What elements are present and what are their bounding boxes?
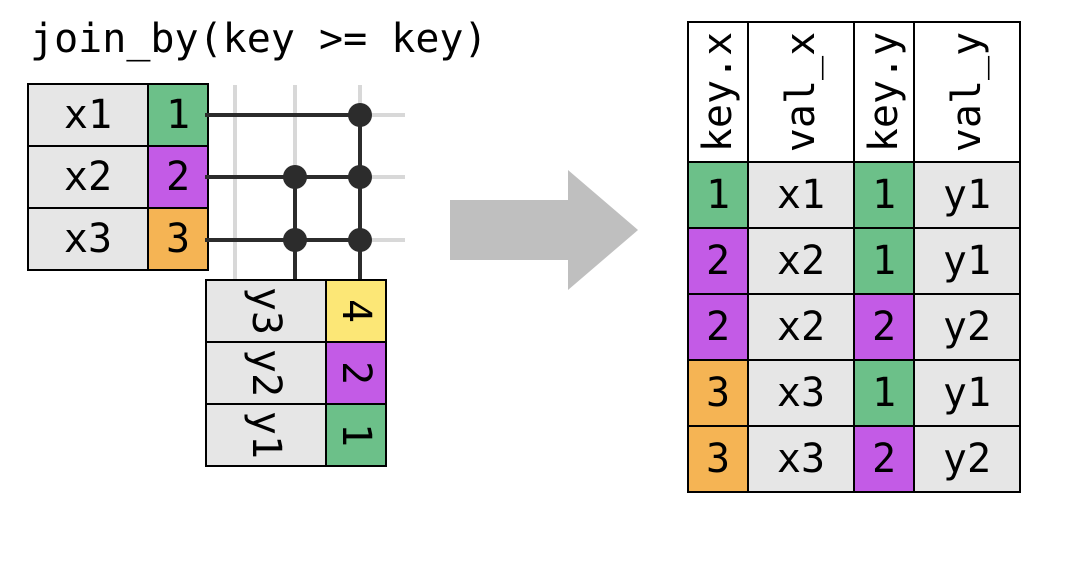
table-row: 2 <box>853 425 915 493</box>
result-table: key.x val_x key.y val_y 1 x1 1 y1 2 x2 1… <box>688 22 1020 492</box>
table-row: x1 <box>747 161 855 229</box>
x-key-1: 2 <box>147 145 209 209</box>
y-key-0: 4 <box>325 279 387 343</box>
table-row: 2 <box>853 293 915 361</box>
table-row: 3 <box>687 359 749 427</box>
table-row: y2 <box>913 425 1021 493</box>
y-val-0: y3 <box>205 279 327 343</box>
title: join_by(key >= key) <box>30 16 488 62</box>
table-row: y1 <box>913 359 1021 427</box>
table-row: 3 <box>687 425 749 493</box>
table-row: 1 <box>853 359 915 427</box>
table-row: 1 <box>687 161 749 229</box>
diagram: join_by(key >= key) x1 1 x2 2 x3 3 <box>0 0 1083 587</box>
y-key-2: 1 <box>325 403 387 467</box>
arrow-icon <box>450 170 650 290</box>
x-val-2: x3 <box>27 207 149 271</box>
input-table-x: x1 1 x2 2 x3 3 <box>28 84 208 270</box>
x-key-2: 3 <box>147 207 209 271</box>
table-row: 2 <box>687 227 749 295</box>
table-row: 1 <box>853 227 915 295</box>
y-key-1: 2 <box>325 341 387 405</box>
result-header-valx: val_x <box>747 21 855 163</box>
y-val-1: y2 <box>205 341 327 405</box>
input-table-y: 4 2 1 y3 y2 y1 <box>200 280 380 466</box>
result-header-keyx: key.x <box>687 21 749 163</box>
table-row: x3 <box>747 359 855 427</box>
match-indicator <box>205 85 405 285</box>
table-row: 1 <box>853 161 915 229</box>
table-row: x3 <box>747 425 855 493</box>
y-val-2: y1 <box>205 403 327 467</box>
x-val-0: x1 <box>27 83 149 147</box>
table-row: y1 <box>913 227 1021 295</box>
result-header-keyy: key.y <box>853 21 915 163</box>
x-key-0: 1 <box>147 83 209 147</box>
table-row: x2 <box>747 227 855 295</box>
x-val-1: x2 <box>27 145 149 209</box>
table-row: y1 <box>913 161 1021 229</box>
table-row: x2 <box>747 293 855 361</box>
table-row: y2 <box>913 293 1021 361</box>
table-row: 2 <box>687 293 749 361</box>
result-header-valy: val_y <box>913 21 1021 163</box>
